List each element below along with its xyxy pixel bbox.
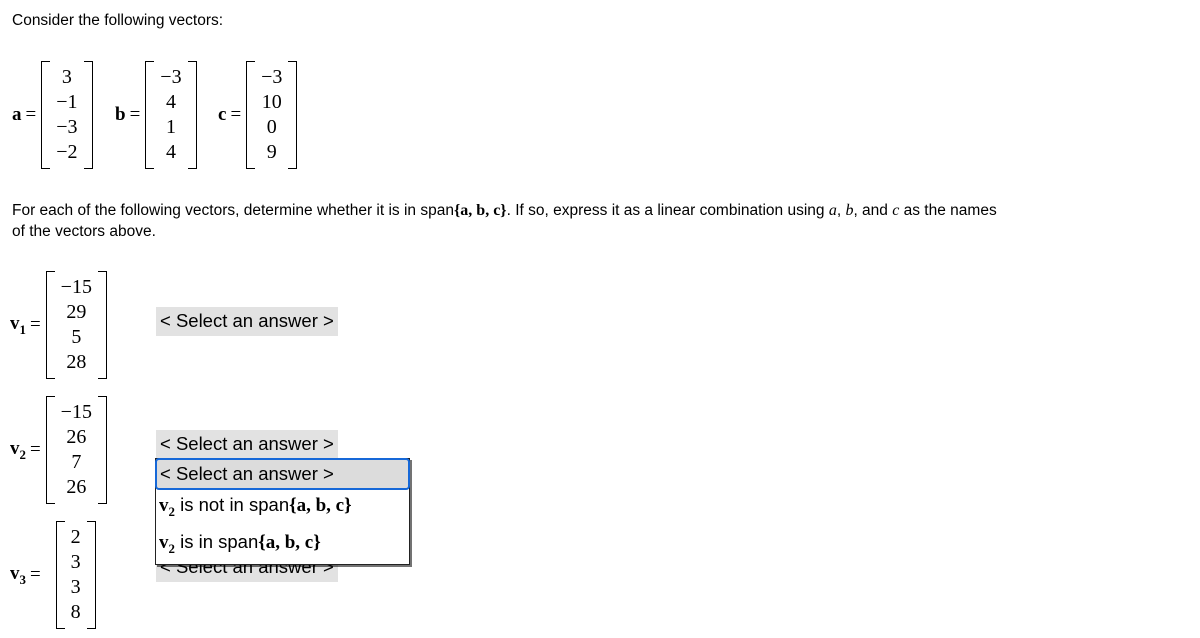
- dropdown-option-not-in-span[interactable]: v2 is not in span{a, b, c}: [156, 490, 409, 527]
- bracket-group: −3 10 0 9: [246, 61, 298, 169]
- bracket-right: [86, 521, 96, 629]
- equals-sign: =: [29, 564, 41, 585]
- equals-sign: =: [29, 439, 41, 460]
- instructions-text-part3: as the names: [899, 202, 997, 219]
- bracket-group: 3 −1 −3 −2: [41, 61, 93, 169]
- vector-v1-entries: −15 29 5 28: [55, 271, 98, 379]
- instructions-paragraph: For each of the following vectors, deter…: [12, 200, 1192, 242]
- var-a: a: [828, 202, 837, 219]
- question-v3-vector: v3 = 2 3 3 8: [10, 516, 96, 634]
- vector-definition-b: b = −3 4 1 4: [115, 55, 197, 175]
- vector-entry: −3: [160, 66, 182, 88]
- equals-sign: =: [25, 104, 37, 125]
- bracket-group: −15 26 7 26: [45, 396, 107, 504]
- vector-v1-label: v1: [10, 312, 26, 337]
- vector-entry: 4: [165, 141, 176, 163]
- option-vector-label: v2: [159, 531, 175, 556]
- equals-sign: =: [129, 104, 141, 125]
- instructions-text-part1: For each of the following vectors, deter…: [12, 202, 454, 219]
- vector-entry: 8: [70, 601, 81, 623]
- option-middle-text: is in span: [174, 530, 259, 552]
- bracket-right: [97, 271, 107, 379]
- vector-entry: −15: [60, 276, 92, 298]
- vector-definition-c: c = −3 10 0 9: [218, 55, 298, 175]
- option-vector-label: v2: [159, 495, 175, 519]
- bracket-left: [41, 61, 51, 169]
- equals-sign: =: [230, 104, 242, 125]
- bracket-right: [288, 61, 298, 169]
- comma-2: , and: [853, 202, 893, 219]
- bracket-left: [246, 61, 256, 169]
- instructions-text-part2: . If so, express it as a linear combinat…: [506, 202, 829, 219]
- vector-entry: 3: [70, 576, 81, 598]
- option-span-set: {a, b, c}: [258, 531, 321, 553]
- vector-entry: 2: [70, 526, 81, 548]
- vector-entry: 26: [66, 426, 87, 448]
- vector-entry: 28: [66, 351, 87, 373]
- bracket-right: [83, 61, 93, 169]
- bracket-right: [187, 61, 197, 169]
- vector-definition-a: a = 3 −1 −3 −2: [12, 55, 93, 175]
- select-answer-dropdown-v2[interactable]: < Select an answer >: [156, 430, 338, 459]
- bracket-group: 2 3 3 8: [55, 521, 96, 629]
- vector-b-entries: −3 4 1 4: [154, 61, 187, 169]
- span-set-abc: {a, b, c}: [453, 202, 507, 219]
- select-answer-dropdown-v1[interactable]: < Select an answer >: [156, 307, 338, 336]
- vector-entry: −1: [56, 91, 78, 113]
- bracket-right: [97, 396, 107, 504]
- vector-c-entries: −3 10 0 9: [255, 61, 288, 169]
- bracket-left: [145, 61, 155, 169]
- question-v2-vector: v2 = −15 26 7 26: [10, 391, 107, 509]
- vector-entry: −15: [60, 401, 92, 423]
- vector-entry: 4: [165, 91, 176, 113]
- instructions-line2: of the vectors above.: [12, 223, 156, 240]
- vector-entry: 3: [61, 66, 72, 88]
- option-middle-text: is not in span: [174, 494, 290, 515]
- vector-entry: 26: [66, 476, 87, 498]
- dropdown-option-placeholder[interactable]: < Select an answer >: [155, 458, 410, 490]
- vector-entry: 9: [266, 141, 277, 163]
- vector-entry: −3: [261, 66, 283, 88]
- vector-entry: 1: [165, 116, 176, 138]
- vector-entry: 3: [70, 551, 81, 573]
- dropdown-option-in-span[interactable]: v2 is in span{a, b, c}: [156, 527, 409, 564]
- vector-a-label: a: [12, 104, 22, 125]
- equals-sign: =: [29, 314, 41, 335]
- vector-entry: −2: [56, 141, 78, 163]
- dropdown-options-list-v2[interactable]: < Select an answer > v2 is not in span{a…: [155, 458, 410, 565]
- vector-v3-entries: 2 3 3 8: [65, 521, 87, 629]
- page-heading: Consider the following vectors:: [12, 12, 224, 29]
- vector-entry: 0: [266, 116, 277, 138]
- vector-entry: 29: [66, 301, 87, 323]
- vector-v2-entries: −15 26 7 26: [55, 396, 98, 504]
- vector-entry: −3: [56, 116, 78, 138]
- bracket-group: −15 29 5 28: [45, 271, 107, 379]
- question-v1-vector: v1 = −15 29 5 28: [10, 266, 107, 384]
- bracket-left: [55, 521, 65, 629]
- bracket-left: [45, 396, 55, 504]
- vector-v2-label: v2: [10, 437, 26, 462]
- vector-v3-label: v3: [10, 562, 26, 587]
- vector-a-entries: 3 −1 −3 −2: [50, 61, 83, 169]
- bracket-left: [45, 271, 55, 379]
- bracket-group: −3 4 1 4: [145, 61, 197, 169]
- vector-entry: 10: [261, 91, 282, 113]
- vector-entry: 7: [71, 451, 82, 473]
- vector-c-label: c: [218, 104, 227, 125]
- vector-b-label: b: [115, 104, 126, 125]
- vector-entry: 5: [71, 326, 82, 348]
- option-span-set: {a, b, c}: [289, 495, 352, 516]
